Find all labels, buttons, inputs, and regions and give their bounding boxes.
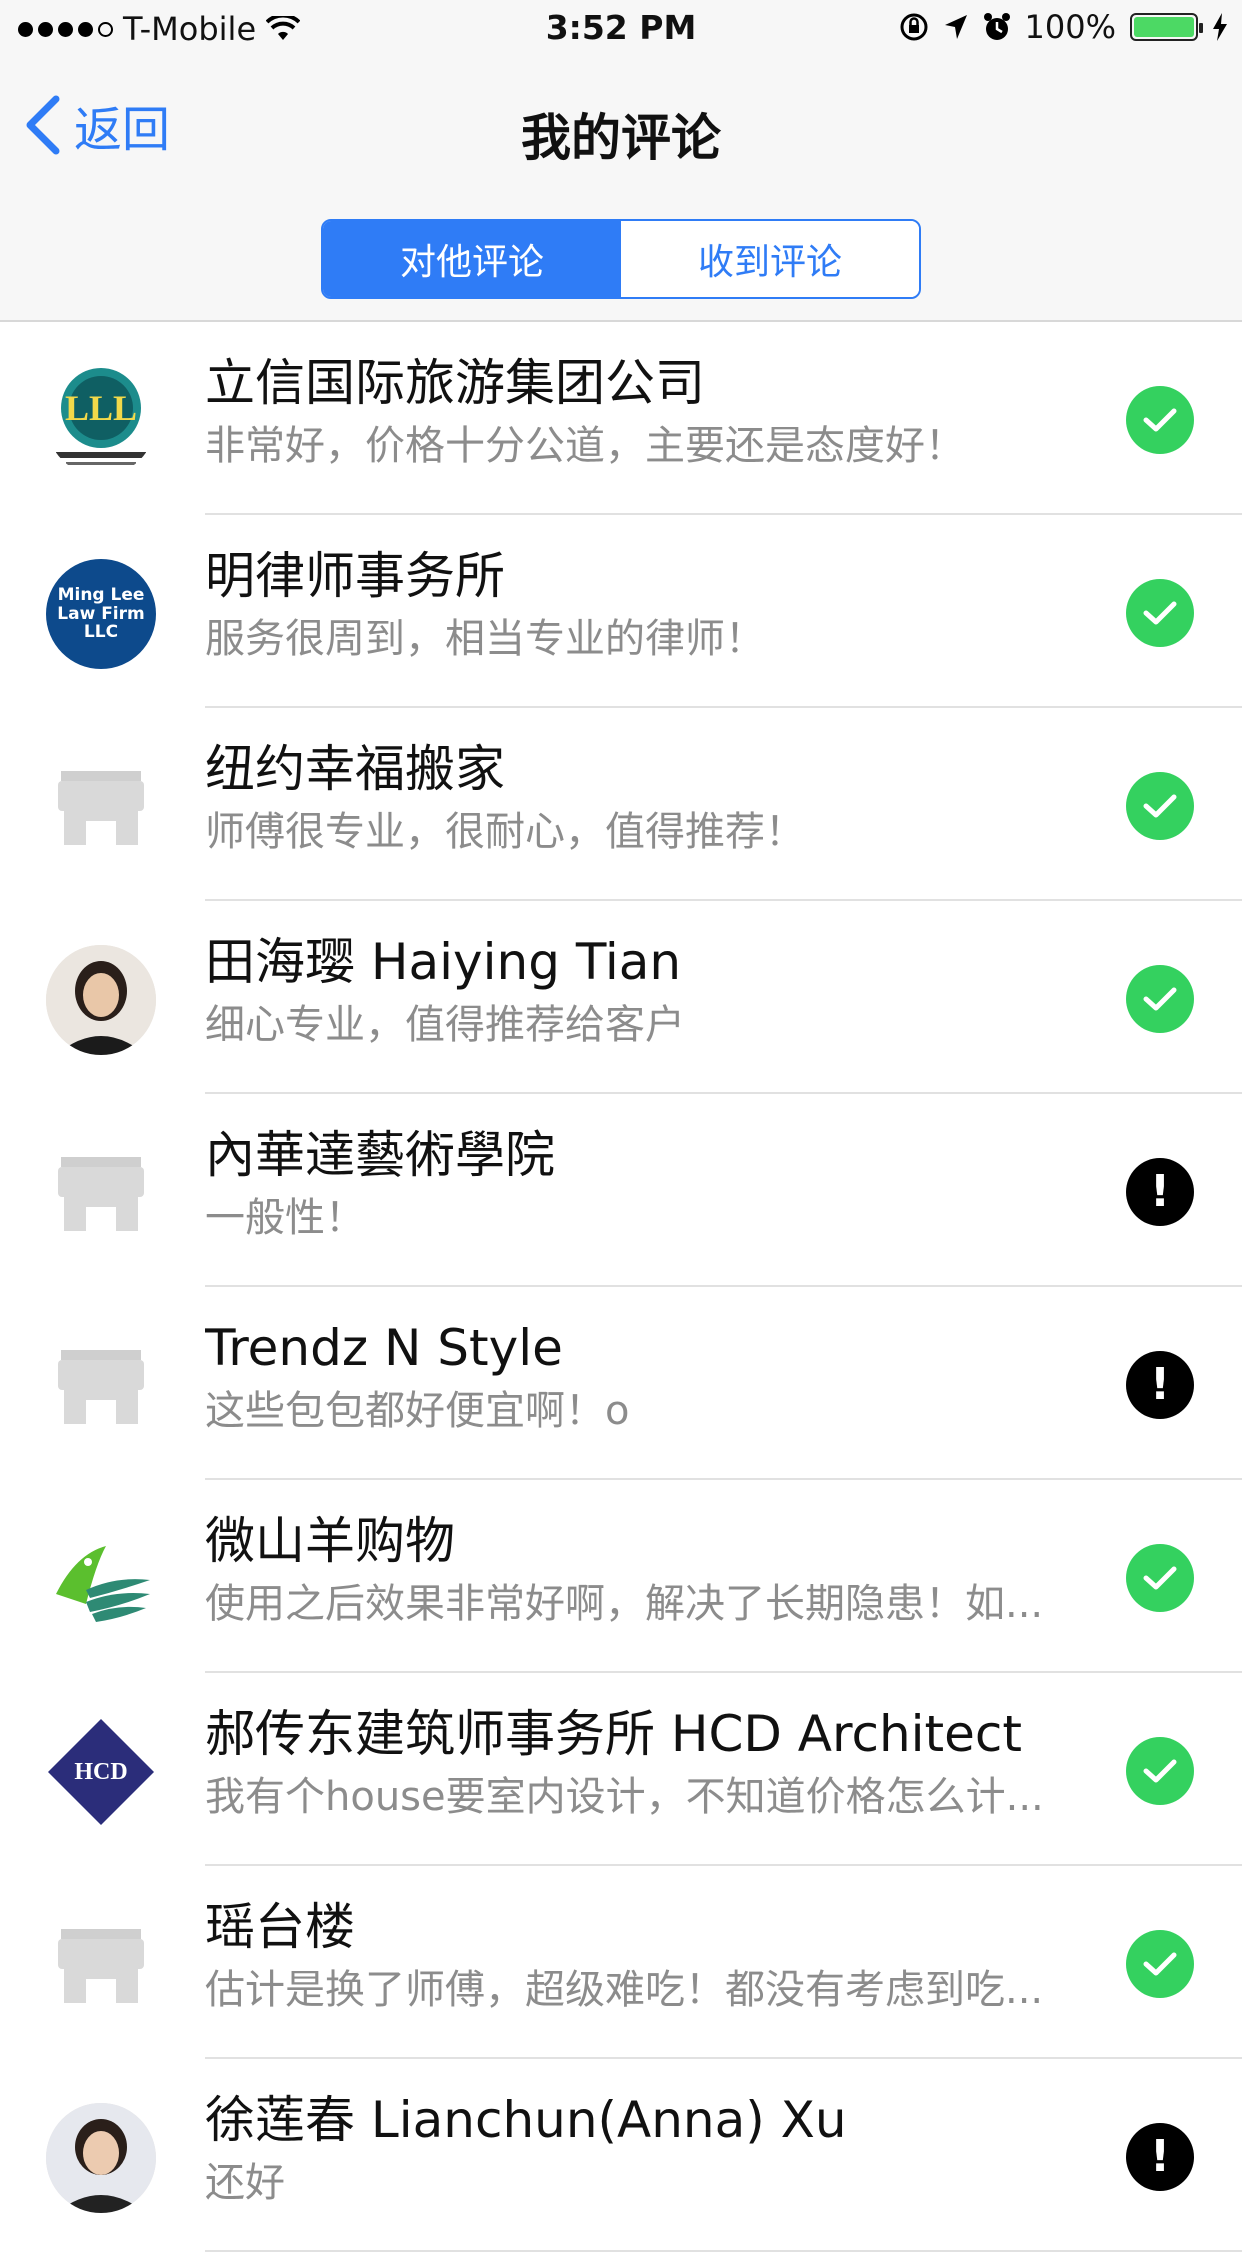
location-icon — [944, 15, 967, 39]
approved-status-badge — [1126, 965, 1194, 1033]
business-name: 明律师事务所 — [205, 547, 505, 605]
battery-icon — [1130, 13, 1203, 41]
hcd-logo-avatar: HCD — [46, 1717, 156, 1827]
review-comment: 我有个house要室内设计，不知道价格怎么计... — [205, 1774, 1044, 1820]
checkmark-icon — [1143, 987, 1177, 1011]
list-item[interactable]: 瑶台楼 估计是换了师傅，超级难吃！都没有考虑到吃... — [0, 1866, 1242, 2059]
person-photo-avatar — [46, 2103, 156, 2213]
hcd-logo-icon: HCD — [48, 1719, 154, 1825]
lll-logo-icon: LLL — [56, 368, 146, 465]
goat-logo-icon — [46, 1524, 156, 1634]
svg-text:LLL: LLL — [65, 388, 137, 428]
list-item[interactable]: Trendz N Style 这些包包都好便宜啊！o ! — [0, 1287, 1242, 1480]
review-comment: 还好 — [205, 2160, 285, 2206]
review-comment: 一般性！ — [205, 1195, 365, 1241]
business-name: 立信国际旅游集团公司 — [205, 354, 705, 412]
list-item[interactable]: HCD 郝传东建筑师事务所 HCD Architect 我有个house要室内设… — [0, 1673, 1242, 1866]
store-placeholder-avatar — [46, 752, 156, 862]
business-name: 內華達藝術學院 — [205, 1126, 555, 1184]
list-item[interactable]: 微山羊购物 使用之后效果非常好啊，解决了长期隐患！如... — [0, 1480, 1242, 1673]
list-item[interactable]: 纽约幸福搬家 师傅很专业，很耐心，值得推荐！ — [0, 708, 1242, 901]
approved-status-badge — [1126, 772, 1194, 840]
list-item[interactable]: 徐莲春 Lianchun(Anna) Xu 还好 ! — [0, 2059, 1242, 2252]
list-item[interactable]: 田海璎 Haiying Tian 细心专业，值得推荐给客户 — [0, 901, 1242, 1094]
business-name: 瑶台楼 — [205, 1898, 355, 1956]
warning-status-badge: ! — [1126, 1351, 1194, 1419]
orientation-lock-icon — [900, 13, 928, 41]
approved-status-badge — [1126, 386, 1194, 454]
review-comment: 师傅很专业，很耐心，值得推荐！ — [205, 809, 805, 855]
review-comment: 估计是换了师傅，超级难吃！都没有考虑到吃... — [205, 1967, 1044, 2013]
list-item[interactable]: LLL 立信国际旅游集团公司 非常好，价格十分公道，主要还是态度好！ — [0, 322, 1242, 515]
exclamation-icon: ! — [1149, 1166, 1171, 1217]
alarm-icon — [983, 13, 1010, 40]
avatar-logo-text: HCD — [74, 1759, 127, 1785]
avatar-logo-text: Ming Lee Law Firm LLC — [57, 584, 145, 643]
business-name: 郝传东建筑师事务所 HCD Architect — [205, 1705, 1022, 1763]
business-name: 徐莲春 Lianchun(Anna) Xu — [205, 2091, 847, 2149]
business-name: Trendz N Style — [205, 1319, 563, 1377]
ming-lee-law-logo-avatar: Ming Lee Law Firm LLC — [46, 559, 156, 669]
lll-logo-avatar: LLL — [46, 366, 156, 476]
checkmark-icon — [1143, 1566, 1177, 1590]
review-type-segmented-control: 对他评论 收到评论 — [321, 219, 921, 299]
checkmark-icon — [1143, 408, 1177, 432]
charging-icon — [1213, 13, 1227, 41]
exclamation-icon: ! — [1149, 1359, 1171, 1410]
review-comment: 使用之后效果非常好啊，解决了长期隐患！如... — [205, 1581, 1044, 1627]
person-photo-avatar — [46, 945, 156, 1055]
store-placeholder-icon — [58, 1350, 144, 1424]
review-comment: 服务很周到，相当专业的律师！ — [205, 616, 765, 662]
approved-status-badge — [1126, 1737, 1194, 1805]
person-photo-icon — [46, 2103, 156, 2213]
checkmark-icon — [1143, 794, 1177, 818]
business-name: 田海璎 Haiying Tian — [205, 933, 682, 991]
tab-reviews-given[interactable]: 对他评论 — [323, 221, 621, 297]
status-bar: T-Mobile 3:52 PM 100% — [0, 0, 1242, 62]
goat-logo-avatar — [46, 1524, 156, 1634]
store-placeholder-icon — [58, 1157, 144, 1231]
tab-reviews-received[interactable]: 收到评论 — [621, 221, 919, 297]
business-name: 纽约幸福搬家 — [205, 740, 505, 798]
warning-status-badge: ! — [1126, 2123, 1194, 2191]
approved-status-badge — [1126, 1544, 1194, 1612]
navigation-bar: 返回 我的评论 对他评论 收到评论 — [0, 62, 1242, 322]
store-placeholder-icon — [58, 1929, 144, 2003]
store-placeholder-avatar — [46, 1138, 156, 1248]
page-title: 我的评论 — [521, 109, 721, 167]
checkmark-icon — [1143, 1759, 1177, 1783]
person-photo-icon — [46, 945, 156, 1055]
review-list: LLL 立信国际旅游集团公司 非常好，价格十分公道，主要还是态度好！ Ming … — [0, 322, 1242, 2252]
checkmark-icon — [1143, 1952, 1177, 1976]
list-item[interactable]: Ming Lee Law Firm LLC 明律师事务所 服务很周到，相当专业的… — [0, 515, 1242, 708]
review-comment: 非常好，价格十分公道，主要还是态度好！ — [205, 423, 965, 469]
review-comment: 这些包包都好便宜啊！o — [205, 1388, 630, 1434]
review-comment: 细心专业，值得推荐给客户 — [205, 1002, 685, 1048]
store-placeholder-avatar — [46, 1910, 156, 2020]
business-name: 微山羊购物 — [205, 1512, 455, 1570]
approved-status-badge — [1126, 579, 1194, 647]
exclamation-icon: ! — [1149, 2131, 1171, 2182]
list-item[interactable]: 內華達藝術學院 一般性！ ! — [0, 1094, 1242, 1287]
status-right-group: 100% — [899, 8, 1228, 46]
checkmark-icon — [1143, 601, 1177, 625]
warning-status-badge: ! — [1126, 1158, 1194, 1226]
store-placeholder-icon — [58, 771, 144, 845]
store-placeholder-avatar — [46, 1331, 156, 1441]
battery-percent: 100% — [1024, 8, 1116, 46]
approved-status-badge — [1126, 1930, 1194, 1998]
